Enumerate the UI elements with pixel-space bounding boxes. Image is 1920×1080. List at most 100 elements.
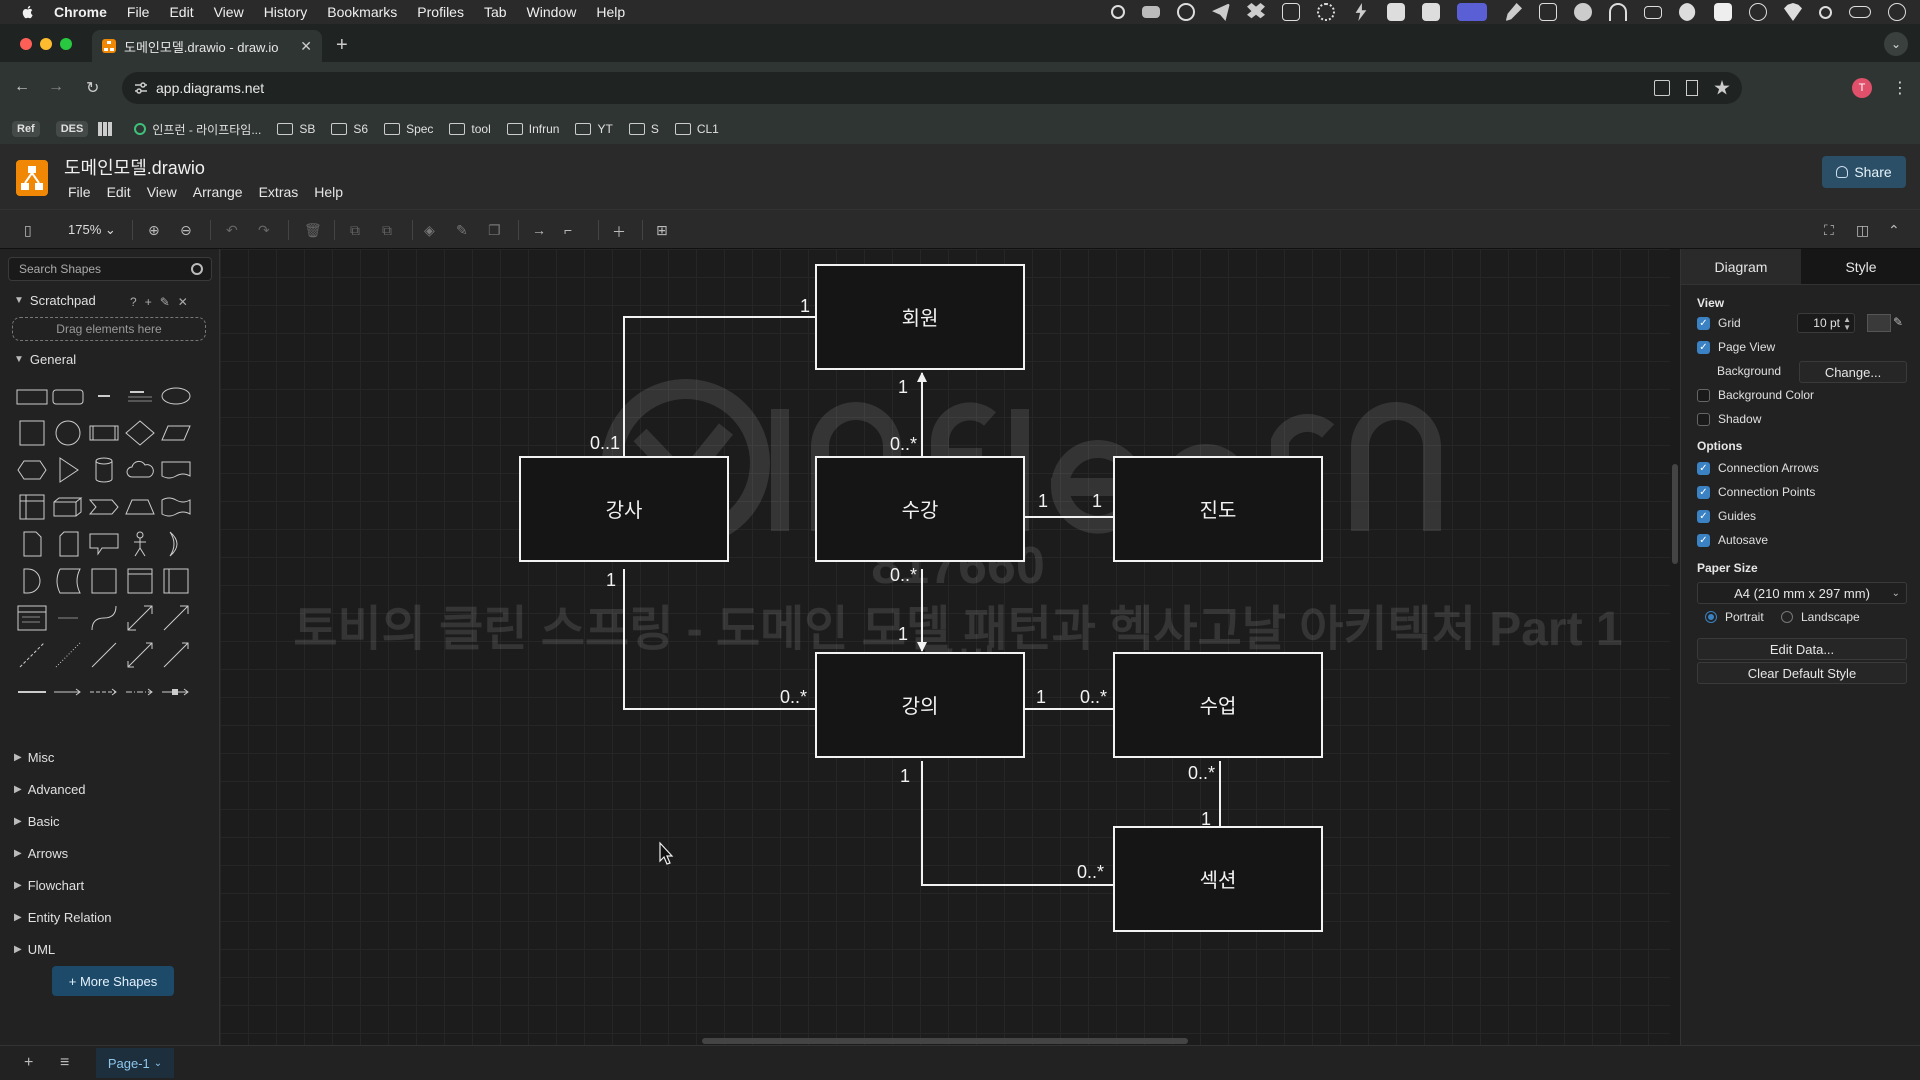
horizontal-scrollbar[interactable] (702, 1038, 1188, 1044)
vertical-scrollbar[interactable] (1672, 464, 1678, 564)
library-basic[interactable]: ▶ Basic (14, 814, 60, 829)
shape-triangle[interactable] (50, 451, 86, 488)
clock-icon[interactable] (1888, 3, 1906, 21)
shape-swimlane-horizontal[interactable] (122, 562, 158, 599)
app-menu-help[interactable]: Help (314, 184, 343, 200)
wifi-icon[interactable] (1784, 3, 1802, 21)
shape-hexagon[interactable] (14, 451, 50, 488)
bookmark-folder-s[interactable]: S (628, 122, 659, 136)
share-button[interactable]: Share (1822, 156, 1906, 188)
shape-directional-connector[interactable] (158, 636, 194, 673)
undo-icon[interactable]: ↶ (226, 222, 238, 239)
page-icon[interactable] (1686, 80, 1698, 96)
zoom-window-button[interactable] (60, 38, 72, 50)
pages-menu-icon[interactable]: ≡ (60, 1054, 69, 1072)
shape-step[interactable] (86, 488, 122, 525)
shadow-icon[interactable]: ❐ (488, 222, 501, 239)
record-icon[interactable] (1574, 3, 1592, 21)
connection-points-checkbox[interactable]: ✓ Connection Points (1697, 485, 1815, 499)
app-menu-arrange[interactable]: Arrange (193, 184, 243, 200)
to-back-icon[interactable]: ⧉ (382, 222, 392, 239)
shape-arrow[interactable] (158, 599, 194, 636)
install-app-icon[interactable] (1654, 80, 1670, 96)
shape-link-end[interactable] (158, 673, 194, 710)
moon-icon[interactable] (1679, 3, 1696, 21)
shape-link-dashed[interactable] (86, 673, 122, 710)
shape-bidirectional-connector[interactable] (122, 636, 158, 673)
shape-swimlane-vertical[interactable] (158, 562, 194, 599)
library-arrows[interactable]: ▶ Arrows (14, 846, 68, 861)
delete-icon[interactable]: 🗑 (304, 222, 322, 239)
telegram-icon[interactable] (1212, 3, 1230, 21)
play-icon[interactable] (1749, 3, 1767, 21)
display-icon[interactable] (1644, 5, 1662, 19)
eyedropper-icon[interactable]: ✎ (1893, 315, 1903, 329)
shape-container[interactable] (86, 562, 122, 599)
control-center-icon[interactable] (1849, 6, 1871, 18)
forward-icon[interactable]: → (48, 78, 64, 96)
app-menu-view[interactable]: View (147, 184, 177, 200)
fullscreen-icon[interactable]: ⛶ (1824, 222, 1834, 239)
shape-cylinder[interactable] (86, 451, 122, 488)
document-title[interactable]: 도메인모델.drawio (64, 154, 205, 180)
close-window-button[interactable] (20, 38, 32, 50)
table-icon[interactable]: ⊞ (656, 222, 668, 239)
zoom-dropdown[interactable]: 175% ⌄ (68, 222, 116, 238)
shape-cube[interactable] (50, 488, 86, 525)
shadow-checkbox[interactable]: Shadow (1697, 412, 1761, 426)
site-info-icon[interactable] (134, 81, 148, 95)
entity-progress[interactable]: 진도 (1113, 456, 1323, 562)
shape-note[interactable] (14, 525, 50, 562)
search-shapes-input[interactable]: Search Shapes (8, 257, 212, 281)
library-uml[interactable]: ▶ UML (14, 942, 55, 957)
bookmark-ref[interactable]: Ref (12, 121, 40, 137)
bookmark-folder-s6[interactable]: S6 (331, 122, 368, 136)
shape-dashed-line[interactable] (14, 636, 50, 673)
app-menu-file[interactable]: File (68, 184, 91, 200)
address-bar[interactable]: app.diagrams.net (122, 72, 1742, 104)
shape-actor[interactable] (122, 525, 158, 562)
menu-window[interactable]: Window (527, 4, 577, 20)
shape-link-arrow[interactable] (50, 673, 86, 710)
scratchpad-header[interactable]: ▼ Scratchpad (14, 293, 96, 308)
search-icon[interactable] (1819, 5, 1832, 19)
shape-list[interactable] (14, 599, 50, 636)
dropbox-icon[interactable] (1247, 3, 1265, 19)
menu-tab[interactable]: Tab (484, 4, 507, 20)
shape-diamond[interactable] (122, 414, 158, 451)
background-color-checkbox[interactable]: Background Color (1697, 388, 1814, 402)
add-page-icon[interactable]: + (24, 1054, 33, 1072)
paper-size-select[interactable]: A4 (210 mm x 297 mm) ⌄ (1697, 582, 1907, 604)
bookmark-folder-yt[interactable]: YT (575, 122, 613, 136)
library-entity-relation[interactable]: ▶ Entity Relation (14, 910, 112, 925)
connection-arrows-checkbox[interactable]: ✓ Connection Arrows (1697, 461, 1819, 475)
bookmark-folder-cl1[interactable]: CL1 (674, 122, 719, 136)
bookmark-des[interactable]: DES (55, 121, 89, 137)
menu-history[interactable]: History (264, 4, 308, 20)
bookmark-folder-infrun[interactable]: Infrun (506, 122, 559, 136)
new-tab-icon[interactable]: + (336, 34, 348, 57)
bookmark-folder-tool[interactable]: tool (449, 122, 491, 136)
shape-link[interactable] (14, 673, 50, 710)
shape-trapezoid[interactable] (122, 488, 158, 525)
help-icon[interactable]: ? (130, 295, 137, 309)
shape-data-storage[interactable] (50, 562, 86, 599)
menu-file[interactable]: File (127, 4, 150, 20)
shape-bidirectional-arrow[interactable] (122, 599, 158, 636)
shape-curve[interactable] (86, 599, 122, 636)
apple-icon[interactable] (20, 4, 36, 20)
minimize-window-button[interactable] (40, 38, 52, 50)
app-menu-edit[interactable]: Edit (107, 184, 131, 200)
a-icon[interactable] (1387, 3, 1405, 21)
shape-dotted-line[interactable] (50, 636, 86, 673)
shape-square[interactable] (14, 414, 50, 451)
portrait-radio[interactable]: Portrait (1705, 610, 1764, 624)
tab-diagram[interactable]: Diagram (1681, 249, 1801, 285)
shape-cloud[interactable] (122, 451, 158, 488)
docker-icon[interactable] (1142, 6, 1160, 18)
shape-card[interactable] (50, 525, 86, 562)
connection-icon[interactable]: → (532, 222, 546, 238)
scratchpad-dropzone[interactable]: Drag elements here (12, 317, 206, 341)
bookmark-folder-spec[interactable]: Spec (384, 122, 433, 136)
shape-list-item[interactable] (50, 599, 86, 636)
